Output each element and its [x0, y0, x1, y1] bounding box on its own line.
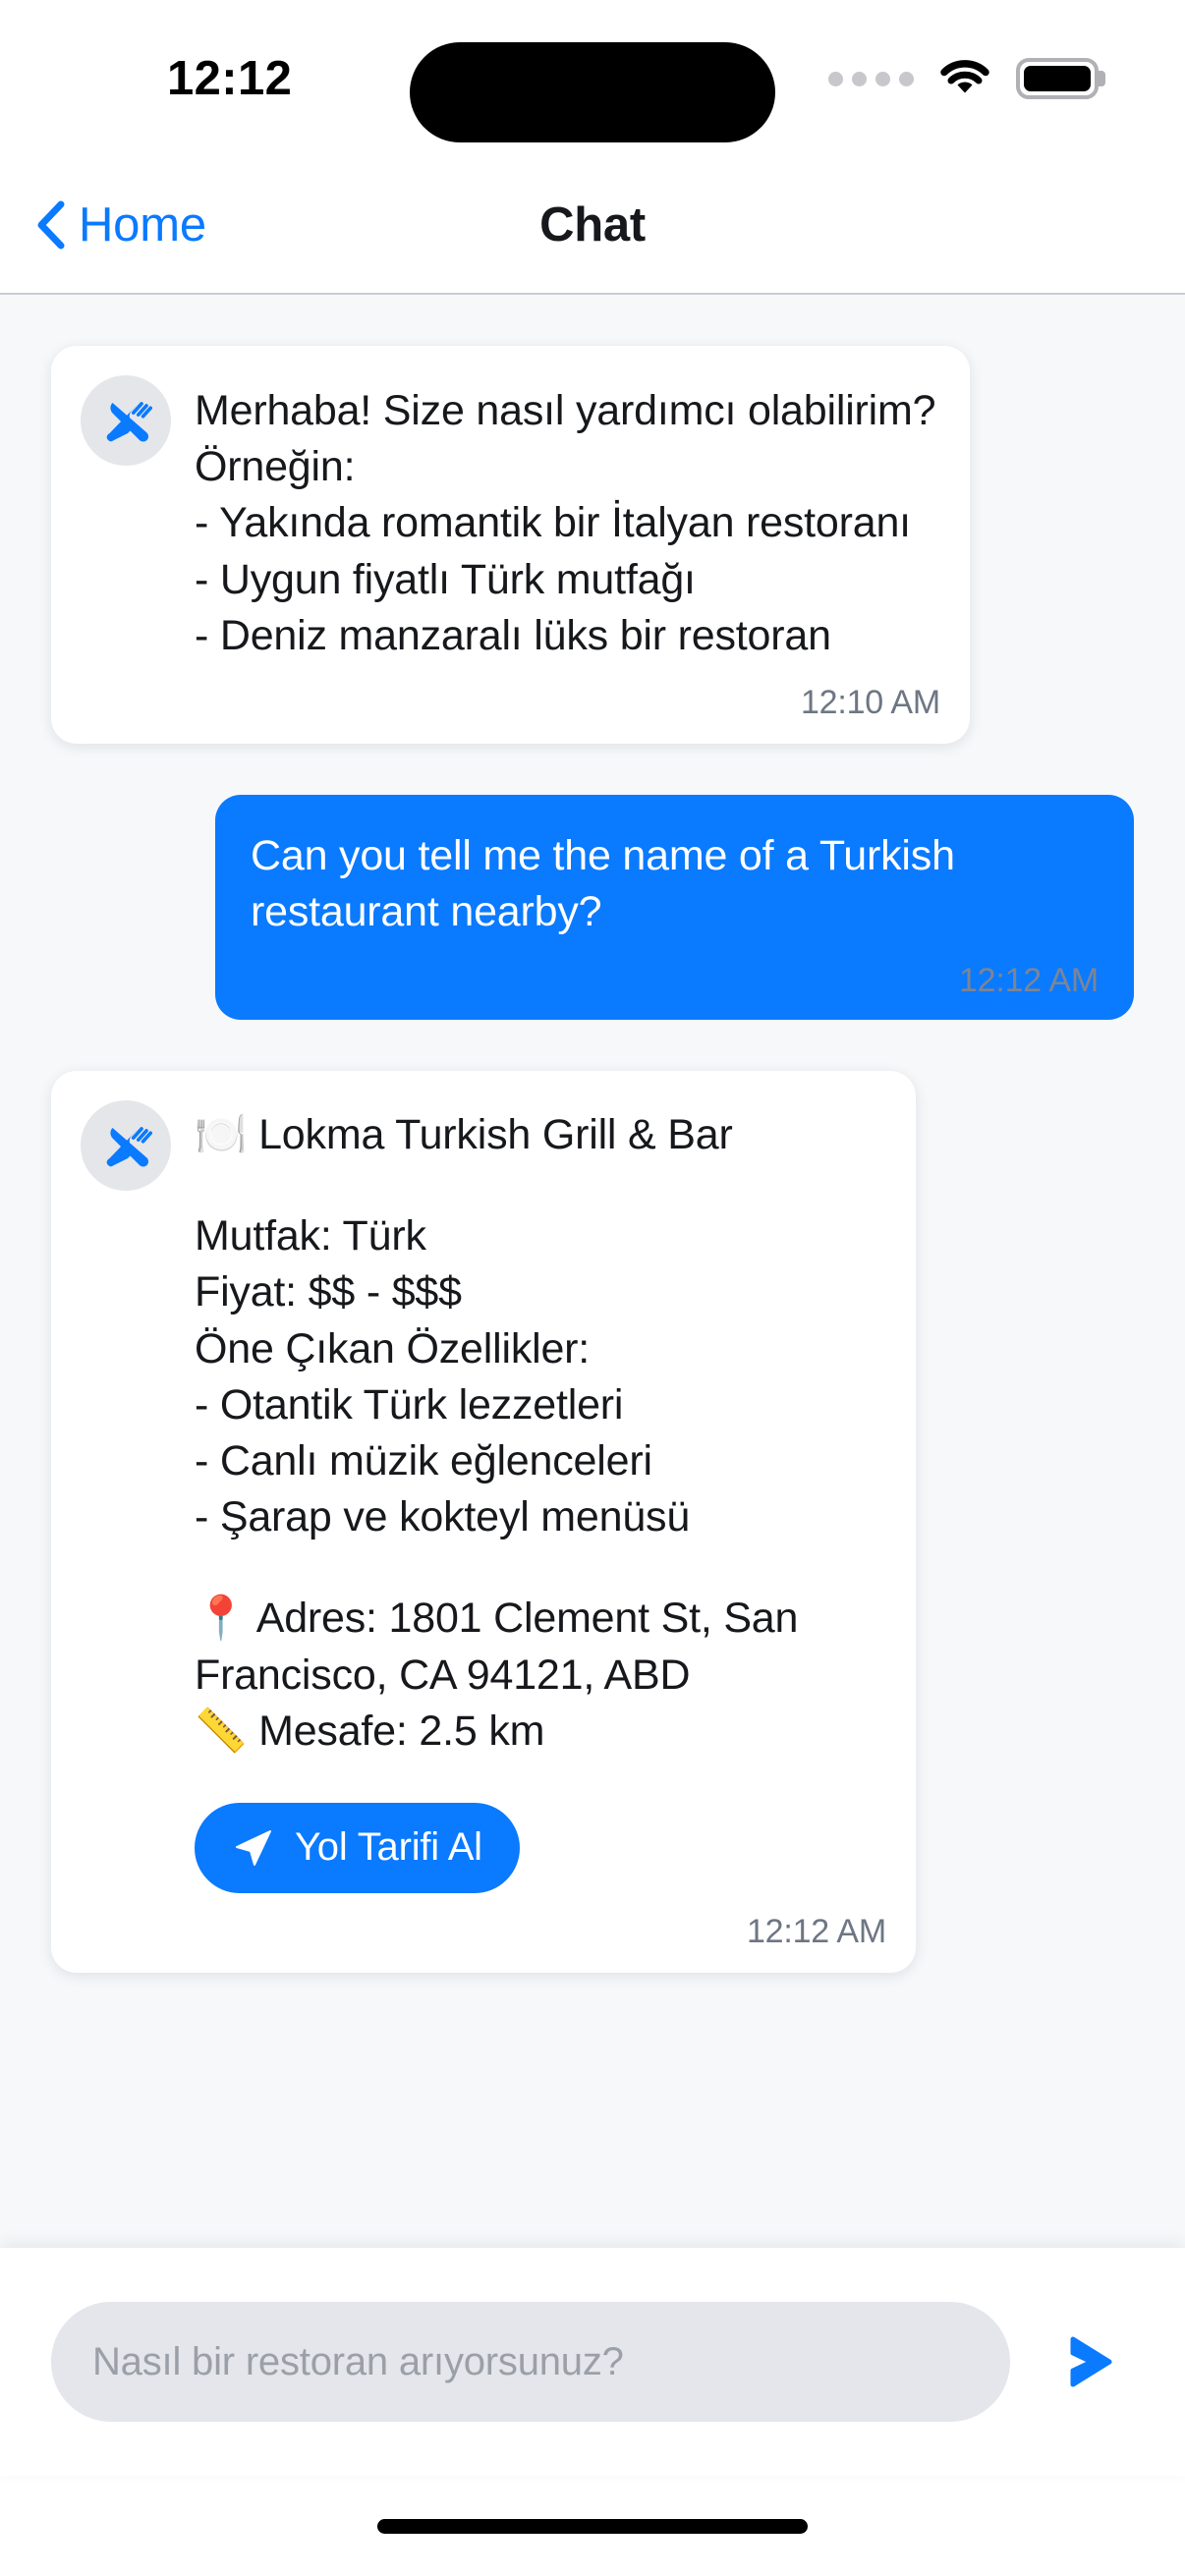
- chevron-left-icon: [33, 199, 67, 251]
- bot-message-text: Merhaba! Size nasıl yardımcı olabilirim?…: [195, 387, 936, 659]
- restaurant-result-card: 🍽️ Lokma Turkish Grill & Bar Mutfak: Tür…: [51, 1071, 916, 1973]
- restaurant-details-text: Mutfak: Türk Fiyat: $$ - $$$ Öne Çıkan Ö…: [195, 1212, 691, 1541]
- dynamic-island: [410, 42, 775, 142]
- get-directions-button[interactable]: Yol Tarifi Al: [195, 1802, 520, 1893]
- message-input-bar: [0, 2248, 1185, 2476]
- cellular-dots-icon: [828, 71, 914, 86]
- message-timestamp: 12:12 AM: [958, 962, 1099, 1000]
- message-row-bot-greeting: Merhaba! Size nasıl yardımcı olabilirim?…: [51, 346, 1134, 744]
- page-title: Chat: [539, 198, 646, 252]
- message-input-field[interactable]: [51, 2302, 1010, 2422]
- bot-message-card: Merhaba! Size nasıl yardımcı olabilirim?…: [51, 346, 970, 744]
- status-bar-time: 12:12: [167, 52, 293, 105]
- bot-avatar: [81, 375, 171, 466]
- wifi-icon: [938, 59, 991, 98]
- fork-knife-icon: [99, 394, 152, 447]
- restaurant-location-text: 📍 Adres: 1801 Clement St, San Francisco,…: [195, 1595, 799, 1755]
- send-arrow-icon: [1058, 2331, 1119, 2392]
- fork-knife-icon: [99, 1119, 152, 1172]
- home-indicator-area: [0, 2476, 1185, 2576]
- message-timestamp: 12:12 AM: [746, 1912, 886, 1950]
- message-row-user: Can you tell me the name of a Turkish re…: [51, 794, 1134, 1021]
- battery-full-icon: [1016, 58, 1099, 99]
- home-indicator[interactable]: [377, 2518, 808, 2534]
- navigation-arrow-icon: [232, 1826, 275, 1870]
- status-bar: 12:12: [0, 0, 1185, 157]
- status-bar-indicators: [828, 58, 1126, 99]
- bot-avatar: [81, 1100, 171, 1192]
- back-button[interactable]: Home: [33, 197, 206, 252]
- message-row-restaurant-result: 🍽️ Lokma Turkish Grill & Bar Mutfak: Tür…: [51, 1071, 1134, 1973]
- message-timestamp: 12:10 AM: [800, 683, 940, 721]
- restaurant-card-body: 🍽️ Lokma Turkish Grill & Bar Mutfak: Tür…: [195, 1100, 886, 1951]
- user-message-text: Can you tell me the name of a Turkish re…: [251, 831, 955, 936]
- send-button[interactable]: [1044, 2317, 1134, 2407]
- navigation-bar: Home Chat: [0, 157, 1185, 295]
- phone-screen: 12:12 Home Chat Merhaba! Size nasıl yard…: [0, 0, 1185, 2576]
- bot-message-body: Merhaba! Size nasıl yardımcı olabilirim?…: [195, 375, 940, 722]
- get-directions-label: Yol Tarifi Al: [295, 1825, 482, 1870]
- plate-cutlery-icon: 🍽️: [195, 1110, 248, 1160]
- back-button-label: Home: [79, 198, 206, 252]
- restaurant-title-line: 🍽️ Lokma Turkish Grill & Bar: [195, 1108, 886, 1163]
- restaurant-name: Lokma Turkish Grill & Bar: [258, 1111, 733, 1159]
- chat-message-list[interactable]: Merhaba! Size nasıl yardımcı olabilirim?…: [0, 295, 1185, 2248]
- user-message-bubble: Can you tell me the name of a Turkish re…: [215, 794, 1134, 1021]
